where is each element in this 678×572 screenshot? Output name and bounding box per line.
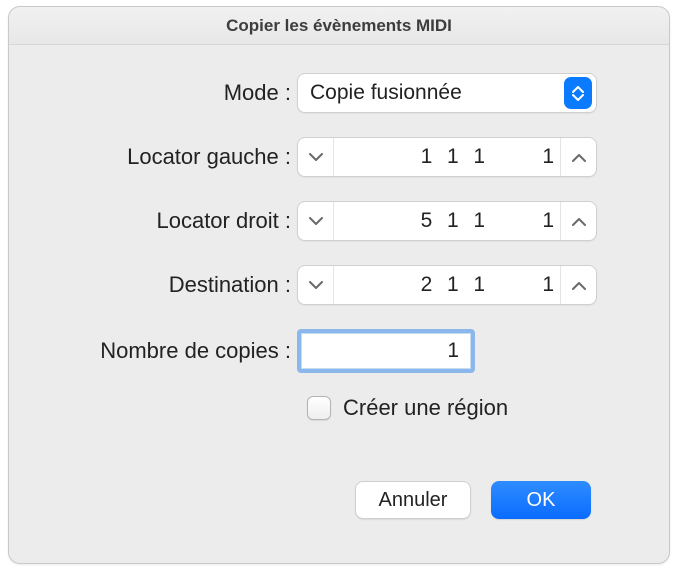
row-copies: Nombre de copies :: [49, 329, 629, 373]
chevron-up-icon[interactable]: [560, 266, 596, 304]
right-locator-value[interactable]: 5 1 1 1: [334, 209, 560, 233]
label-right-locator: Locator droit :: [49, 208, 297, 234]
chevron-down-icon[interactable]: [298, 138, 334, 176]
cancel-button[interactable]: Annuler: [355, 481, 471, 519]
ok-button[interactable]: OK: [491, 481, 591, 519]
right-locator-stepper[interactable]: 5 1 1 1: [297, 201, 597, 241]
create-region-label: Créer une région: [343, 395, 508, 421]
copies-input[interactable]: [297, 329, 475, 373]
row-left-locator: Locator gauche : 1 1 1 1: [49, 137, 629, 177]
chevron-up-down-icon: [564, 77, 592, 109]
row-create-region: Créer une région: [307, 395, 629, 421]
create-region-checkbox[interactable]: [307, 396, 331, 420]
label-mode: Mode :: [49, 80, 297, 106]
destination-stepper[interactable]: 2 1 1 1: [297, 265, 597, 305]
mode-popup[interactable]: Copie fusionnée: [297, 73, 597, 113]
row-mode: Mode : Copie fusionnée: [49, 73, 629, 113]
mode-selected-value: Copie fusionnée: [310, 81, 462, 105]
chevron-up-icon[interactable]: [560, 138, 596, 176]
chevron-up-icon[interactable]: [560, 202, 596, 240]
left-locator-stepper[interactable]: 1 1 1 1: [297, 137, 597, 177]
row-right-locator: Locator droit : 5 1 1 1: [49, 201, 629, 241]
chevron-down-icon[interactable]: [298, 202, 334, 240]
dialog-content: Mode : Copie fusionnée Locator gauche :: [9, 45, 669, 563]
row-destination: Destination : 2 1 1 1: [49, 265, 629, 305]
destination-value[interactable]: 2 1 1 1: [334, 273, 560, 297]
label-destination: Destination :: [49, 272, 297, 298]
left-locator-value[interactable]: 1 1 1 1: [334, 145, 560, 169]
dialog-footer: Annuler OK: [49, 481, 629, 549]
label-copies: Nombre de copies :: [49, 338, 297, 364]
chevron-down-icon[interactable]: [298, 266, 334, 304]
window-title: Copier les évènements MIDI: [9, 7, 669, 45]
dialog-window: Copier les évènements MIDI Mode : Copie …: [8, 6, 670, 564]
label-left-locator: Locator gauche :: [49, 144, 297, 170]
